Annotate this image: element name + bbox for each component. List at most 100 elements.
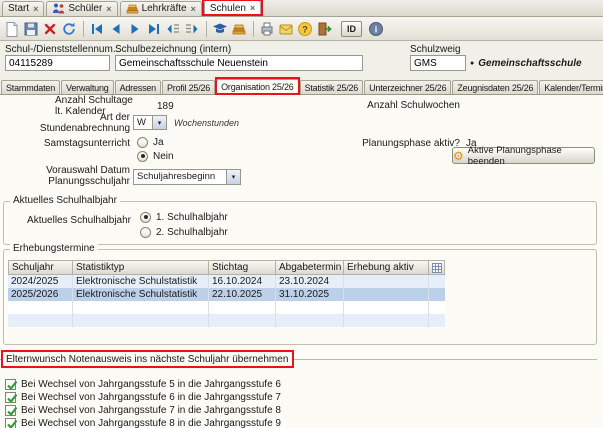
record-list-forward-icon[interactable] (183, 20, 201, 38)
exit-icon[interactable] (315, 20, 333, 38)
toolbar-separator (83, 21, 84, 37)
school-branch-field[interactable] (410, 55, 466, 71)
erhebungstermine-group: Erhebungstermine Schuljahr Statistiktyp … (3, 249, 597, 345)
id-button[interactable]: ID (341, 21, 362, 37)
gear-icon: ⚙ (453, 150, 464, 162)
asv-application-window: Start × Schüler × Lehrkräfte × Schulen × (0, 0, 603, 428)
checkbox-label: Bei Wechsel von Jahrgangsstufe 5 in die … (21, 379, 281, 390)
cell-empty (73, 301, 209, 314)
table-settings-button[interactable] (429, 260, 445, 275)
checkbox-checked-icon[interactable] (5, 418, 16, 428)
table-row[interactable]: 2024/2025 Elektronische Schulstatistik 1… (8, 275, 445, 288)
window-tab-schulen[interactable]: Schulen × (204, 0, 261, 16)
planungsphase-beenden-button[interactable]: ⚙ Aktive Planungsphase beenden (452, 147, 595, 164)
teachers-icon (126, 2, 139, 15)
halbjahr-1-radio[interactable]: 1. Schulhalbjahr (140, 211, 228, 223)
cell-stichtag: 16.10.2024 (209, 275, 276, 288)
tab-adressen[interactable]: Adressen (115, 80, 161, 94)
record-header: Schul-/Dienststellennum... Schulbezeichn… (0, 41, 603, 78)
halbjahr-2-radio[interactable]: 2. Schulhalbjahr (140, 226, 228, 238)
chevron-down-icon[interactable]: ▾ (152, 116, 166, 129)
chevron-down-icon[interactable]: ▾ (226, 170, 240, 184)
refresh-icon[interactable] (60, 20, 78, 38)
elternwunsch-title: Elternwunsch Notenausweis ins nächste Sc… (6, 354, 288, 365)
students-module-icon[interactable] (211, 20, 229, 38)
window-tab-schueler[interactable]: Schüler × (46, 1, 117, 16)
toolbar-separator (206, 21, 207, 37)
students-icon (52, 2, 65, 15)
samstagsunterricht-label: Samstagsunterricht (0, 138, 130, 149)
checkbox-row-stufe7[interactable]: Bei Wechsel von Jahrgangsstufe 7 in die … (5, 404, 281, 416)
help-icon[interactable]: ? (296, 20, 314, 38)
planungsphase-label: Planungsphase aktiv? (330, 138, 460, 149)
teachers-module-icon[interactable] (230, 20, 248, 38)
print-icon[interactable] (258, 20, 276, 38)
radio-selected-icon[interactable] (140, 212, 151, 223)
info-icon[interactable]: i (367, 20, 385, 38)
schulhalbjahr-group: Aktuelles Schulhalbjahr Aktuelles Schulh… (3, 201, 597, 245)
table-row-selected[interactable]: 2025/2026 Elektronische Schulstatistik 2… (8, 288, 445, 301)
svg-text:i: i (375, 24, 378, 34)
checkbox-row-stufe6[interactable]: Bei Wechsel von Jahrgangsstufe 6 in die … (5, 391, 281, 403)
samstagsunterricht-nein-radio[interactable]: Nein (137, 150, 174, 162)
close-icon[interactable]: × (33, 4, 38, 14)
close-icon[interactable]: × (106, 4, 111, 14)
window-tab-lehrkraefte[interactable]: Lehrkräfte × (120, 1, 202, 16)
save-icon[interactable] (22, 20, 40, 38)
next-record-icon[interactable] (126, 20, 144, 38)
tab-zeugnisdaten[interactable]: Zeugnisdaten 25/26 (452, 80, 538, 94)
window-tab-start[interactable]: Start × (2, 1, 44, 16)
checkbox-row-stufe8[interactable]: Bei Wechsel von Jahrgangsstufe 8 in die … (5, 417, 281, 428)
svg-text:?: ? (302, 24, 308, 34)
tab-organisation[interactable]: Organisation 25/26 (216, 79, 298, 94)
stundenabrechnung-label: Art der Stundenabrechnung (0, 112, 130, 134)
checkbox-checked-icon[interactable] (5, 392, 16, 403)
last-record-icon[interactable] (145, 20, 163, 38)
tab-verwaltung[interactable]: Verwaltung (61, 80, 114, 94)
radio-icon[interactable] (137, 137, 148, 148)
new-record-icon[interactable] (3, 20, 21, 38)
table-header-row: Schuljahr Statistiktyp Stichtag Abgabete… (8, 260, 445, 275)
schultage-value: 189 (157, 101, 174, 112)
checkbox-label: Bei Wechsel von Jahrgangsstufe 6 in die … (21, 392, 281, 403)
tab-unterzeichner[interactable]: Unterzeichner 25/26 (364, 80, 451, 94)
column-header-abgabetermin[interactable]: Abgabetermin (276, 260, 344, 275)
school-name-field[interactable] (115, 55, 363, 71)
schulhalbjahr-label: Aktuelles Schulhalbjahr (1, 215, 131, 226)
table-row-empty[interactable] (8, 314, 445, 327)
window-tab-label: Lehrkräfte (142, 3, 187, 14)
school-branch-description: ● Gemeinschaftsschule (470, 58, 582, 69)
stundenabrechnung-dropdown[interactable]: W ▾ (133, 115, 167, 130)
column-header-stichtag[interactable]: Stichtag (209, 260, 276, 275)
column-header-erhebung-aktiv[interactable]: Erhebung aktiv (344, 260, 429, 275)
checkbox-checked-icon[interactable] (5, 379, 16, 390)
delete-icon[interactable] (41, 20, 59, 38)
tab-profil[interactable]: Profil 25/26 (162, 80, 215, 94)
cell-empty (209, 314, 276, 327)
checkbox-checked-icon[interactable] (5, 405, 16, 416)
record-list-back-icon[interactable] (164, 20, 182, 38)
cell-abgabetermin: 31.10.2025 (276, 288, 344, 301)
tab-stammdaten[interactable]: Stammdaten (1, 80, 60, 94)
radio-icon[interactable] (140, 227, 151, 238)
radio-selected-icon[interactable] (137, 151, 148, 162)
close-icon[interactable]: × (191, 4, 196, 14)
tab-statistik[interactable]: Statistik 25/26 (300, 80, 364, 94)
checkbox-label: Bei Wechsel von Jahrgangsstufe 8 in die … (21, 418, 281, 428)
vorauswahl-dropdown[interactable]: Schuljahresbeginn ▾ (133, 169, 241, 185)
section-tab-bar: Stammdaten Verwaltung Adressen Profil 25… (0, 78, 603, 95)
elternwunsch-section-header: Elternwunsch Notenausweis ins nächste Sc… (0, 354, 597, 365)
column-header-statistiktyp[interactable]: Statistiktyp (73, 260, 209, 275)
mail-icon[interactable] (277, 20, 295, 38)
cell-empty (8, 301, 73, 314)
table-row-empty[interactable] (8, 301, 445, 314)
school-number-field[interactable] (5, 55, 110, 71)
cell-erhebung-aktiv (344, 275, 429, 288)
first-record-icon[interactable] (88, 20, 106, 38)
samstagsunterricht-ja-radio[interactable]: Ja (137, 136, 164, 148)
previous-record-icon[interactable] (107, 20, 125, 38)
close-icon[interactable]: × (250, 3, 255, 13)
tab-kalender-termine[interactable]: Kalender/Termine 25/26 (539, 80, 603, 94)
column-header-schuljahr[interactable]: Schuljahr (8, 260, 73, 275)
checkbox-row-stufe5[interactable]: Bei Wechsel von Jahrgangsstufe 5 in die … (5, 378, 281, 390)
